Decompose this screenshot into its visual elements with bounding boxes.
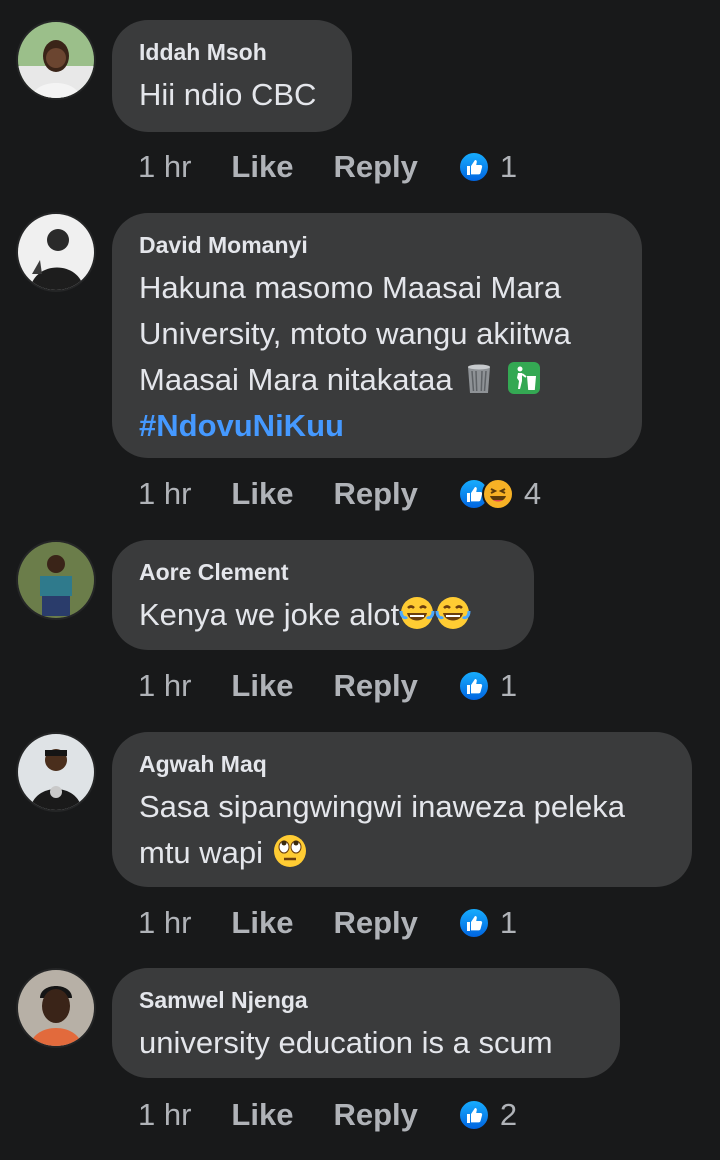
put-litter-in-bin-icon <box>506 360 542 396</box>
comment-actions: 1 hr Like Reply 2 <box>138 1095 517 1135</box>
reply-button[interactable]: Reply <box>333 668 417 704</box>
comment-text: Hakuna masomo Maasai Mara <box>139 270 562 305</box>
like-button[interactable]: Like <box>231 905 293 941</box>
thumbs-up-icon <box>458 907 490 939</box>
reaction-count: 2 <box>499 1097 518 1132</box>
reply-button[interactable]: Reply <box>333 476 417 512</box>
reaction-summary[interactable]: 2 <box>458 1097 517 1133</box>
comment-author[interactable]: Iddah Msoh <box>139 38 324 66</box>
reaction-count: 1 <box>499 149 518 184</box>
tears-of-joy-icon <box>399 595 435 631</box>
comment-bubble: David Momanyi Hakuna masomo Maasai Mara … <box>112 213 642 458</box>
comment-bubble: Iddah Msoh Hii ndio CBC <box>112 20 352 132</box>
tears-of-joy-icon <box>435 595 471 631</box>
comment-text: Sasa sipangwingwi inaweza peleka <box>139 789 625 824</box>
comment-actions: 1 hr Like Reply 1 <box>138 903 517 943</box>
reply-button[interactable]: Reply <box>333 149 417 185</box>
comment-bubble: Samwel Njenga university education is a … <box>112 968 620 1078</box>
comment-text: Kenya we joke alot <box>139 597 400 632</box>
comment-bubble: Aore Clement Kenya we joke alot <box>112 540 534 650</box>
comment-author[interactable]: Agwah Maq <box>139 750 664 778</box>
reaction-count: 1 <box>499 668 518 703</box>
avatar[interactable] <box>18 22 94 98</box>
comment-text: university education is a scum <box>139 1025 553 1060</box>
comment-actions: 1 hr Like Reply 1 <box>138 666 517 706</box>
comment-author[interactable]: Aore Clement <box>139 558 506 586</box>
reaction-summary[interactable]: 4 <box>458 476 541 512</box>
comment-time[interactable]: 1 hr <box>138 476 191 512</box>
avatar[interactable] <box>18 214 94 290</box>
comment-actions: 1 hr Like Reply 4 <box>138 474 541 514</box>
reply-button[interactable]: Reply <box>333 1097 417 1133</box>
comment-bubble: Agwah Maq Sasa sipangwingwi inaweza pele… <box>112 732 692 887</box>
comment-text-line: mtu wapi <box>139 830 664 876</box>
reaction-count: 1 <box>499 905 518 940</box>
thumbs-up-icon <box>458 670 490 702</box>
comment-text: mtu wapi <box>139 835 264 870</box>
thumbs-up-icon <box>458 1099 490 1131</box>
comment-time[interactable]: 1 hr <box>138 668 191 704</box>
comment-time[interactable]: 1 hr <box>138 1097 191 1133</box>
reaction-count: 4 <box>523 476 542 511</box>
comment-text: Hii ndio CBC <box>139 77 317 112</box>
like-button[interactable]: Like <box>231 668 293 704</box>
reply-button[interactable]: Reply <box>333 905 417 941</box>
comment-time[interactable]: 1 hr <box>138 905 191 941</box>
hashtag-link[interactable]: #NdovuNiKuu <box>139 403 614 449</box>
comment-text-last: Maasai Mara nitakataa <box>139 357 614 403</box>
comment-author[interactable]: David Momanyi <box>139 231 614 259</box>
avatar[interactable] <box>18 734 94 810</box>
like-button[interactable]: Like <box>231 149 293 185</box>
like-button[interactable]: Like <box>231 476 293 512</box>
avatar[interactable] <box>18 542 94 618</box>
comment-actions: 1 hr Like Reply 1 <box>138 147 517 187</box>
laughing-face-icon <box>482 478 514 510</box>
eye-roll-face-icon <box>272 833 308 869</box>
reaction-summary[interactable]: 1 <box>458 668 517 704</box>
wastebasket-icon <box>461 360 497 396</box>
comment-text: University, mtoto wangu akiitwa <box>139 316 571 351</box>
thumbs-up-icon <box>458 151 490 183</box>
comment-time[interactable]: 1 hr <box>138 149 191 185</box>
avatar[interactable] <box>18 970 94 1046</box>
comment-author[interactable]: Samwel Njenga <box>139 986 592 1014</box>
comment-text: Maasai Mara nitakataa <box>139 362 453 397</box>
reaction-summary[interactable]: 1 <box>458 905 517 941</box>
comment-text-line: Kenya we joke alot <box>139 592 506 638</box>
reaction-summary[interactable]: 1 <box>458 149 517 185</box>
like-button[interactable]: Like <box>231 1097 293 1133</box>
